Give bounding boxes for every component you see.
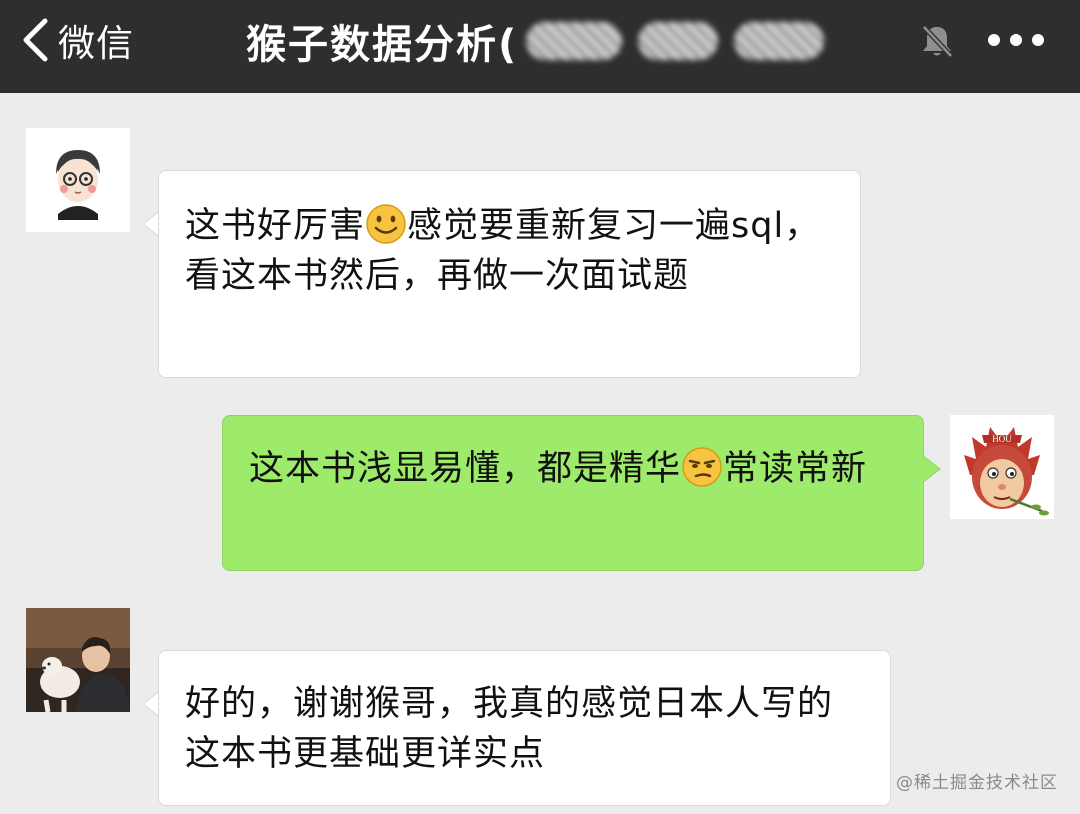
chevron-left-icon xyxy=(23,18,48,62)
avatar[interactable] xyxy=(26,128,130,232)
chat-title: 猴子数据分析( xyxy=(246,22,519,68)
avatar[interactable]: HOU xyxy=(950,415,1054,519)
message-text: 常读常新 xyxy=(723,449,868,489)
blurred-title-region xyxy=(526,14,840,68)
avatar[interactable] xyxy=(26,608,130,712)
more-dots-icon[interactable] xyxy=(984,22,1048,58)
svg-text:HOU: HOU xyxy=(992,434,1012,444)
message-text: 好的，谢谢猴哥，我真的感觉日本人写的这本书更基础更详实点 xyxy=(185,684,834,774)
avatar-cartoon-boy-icon xyxy=(26,128,130,232)
watermark: @稀土掘金技术社区 xyxy=(896,773,1058,793)
avatar-monkey-king-icon: HOU xyxy=(950,415,1054,519)
chat-title-area: 猴子数据分析( xyxy=(246,14,840,68)
message-text: 这本书浅显易懂，都是精华 xyxy=(249,449,682,489)
blurred-text xyxy=(638,22,719,60)
chat-header: 微信 猴子数据分析( xyxy=(0,0,1080,93)
message-bubble[interactable]: 这本书浅显易懂，都是精华 常读常新 xyxy=(222,415,924,571)
bell-muted-icon xyxy=(922,25,953,58)
bubble-tail xyxy=(922,455,941,483)
message-text: 这书好厉害 xyxy=(185,206,366,246)
back-button[interactable]: 微信 xyxy=(18,12,134,68)
back-label: 微信 xyxy=(58,22,134,65)
message-bubble[interactable]: 好的，谢谢猴哥，我真的感觉日本人写的这本书更基础更详实点 xyxy=(158,650,891,806)
avatar-photo-with-dog-icon xyxy=(26,608,130,712)
smile-emoji-icon xyxy=(366,204,406,244)
blurred-text xyxy=(526,22,623,60)
blurred-text xyxy=(734,22,825,60)
smirk-emoji-icon xyxy=(682,447,722,487)
message-bubble[interactable]: 这书好厉害 感觉要重新复习一遍sql，看这本书然后，再做一次面试题 xyxy=(158,170,861,378)
